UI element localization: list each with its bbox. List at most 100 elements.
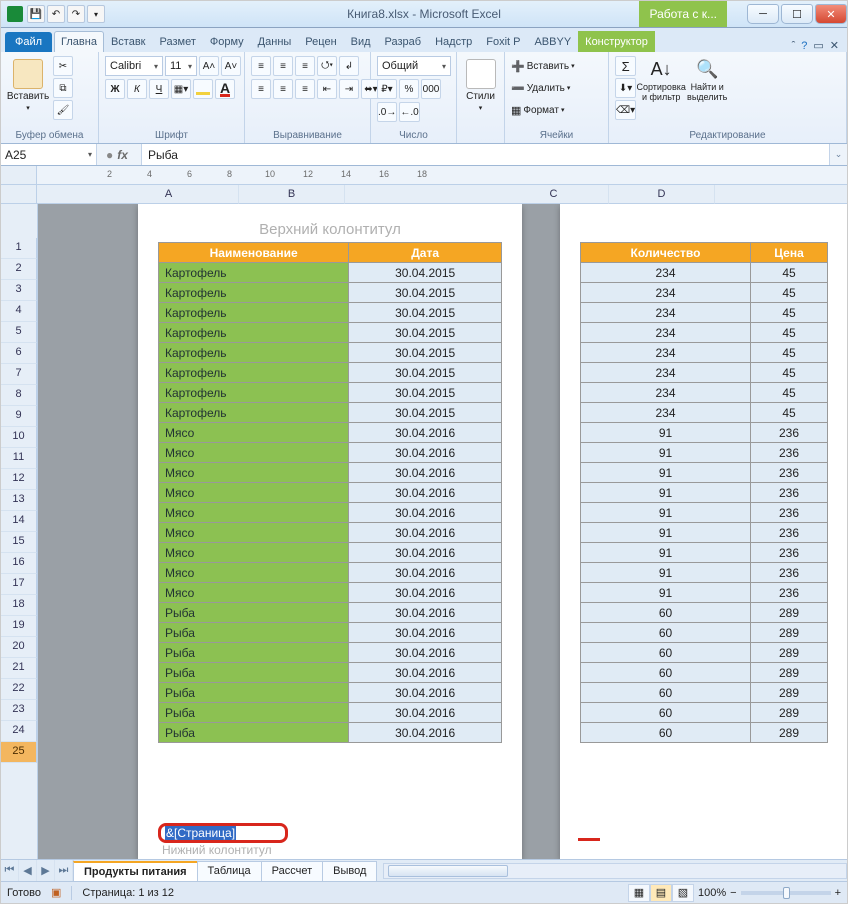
- cell[interactable]: 236: [751, 483, 828, 503]
- table-row[interactable]: Мясо30.04.2016: [159, 563, 502, 583]
- cell[interactable]: Рыба: [159, 723, 349, 743]
- cell[interactable]: Мясо: [159, 483, 349, 503]
- table-row[interactable]: Картофель30.04.2015: [159, 383, 502, 403]
- qat-dropdown-icon[interactable]: ▾: [87, 5, 105, 23]
- zoom-level[interactable]: 100%: [698, 887, 726, 899]
- cell[interactable]: 30.04.2015: [349, 403, 502, 423]
- cell[interactable]: 30.04.2015: [349, 303, 502, 323]
- tab-constructor[interactable]: Конструктор: [578, 31, 655, 52]
- table-row[interactable]: Рыба30.04.2016: [159, 603, 502, 623]
- cell[interactable]: 289: [751, 623, 828, 643]
- table-row[interactable]: Картофель30.04.2015: [159, 363, 502, 383]
- close-button[interactable]: ✕: [815, 4, 847, 24]
- italic-button[interactable]: К: [127, 79, 147, 99]
- zoom-slider[interactable]: [741, 891, 831, 895]
- cell[interactable]: 30.04.2016: [349, 503, 502, 523]
- sort-filter-button[interactable]: A↓ Сортировка и фильтр: [640, 56, 682, 116]
- row-header-8[interactable]: 8: [1, 385, 37, 406]
- tab-foxit[interactable]: Foxit P: [479, 31, 527, 52]
- align-top-button[interactable]: ≡: [251, 56, 271, 76]
- underline-button[interactable]: Ч: [149, 79, 169, 99]
- delete-cells-button[interactable]: Удалить: [527, 78, 565, 98]
- border-button[interactable]: ▦▾: [171, 79, 191, 99]
- table-row[interactable]: 91236: [581, 583, 828, 603]
- cell[interactable]: 60: [581, 663, 751, 683]
- page-layout-view-button[interactable]: ▤: [650, 884, 672, 902]
- table-header[interactable]: Наименование: [159, 243, 349, 263]
- cell[interactable]: 60: [581, 723, 751, 743]
- tab-formulas[interactable]: Форму: [203, 31, 251, 52]
- cell[interactable]: 234: [581, 303, 751, 323]
- paste-button[interactable]: Вставить ▾: [7, 56, 49, 116]
- row-header-24[interactable]: 24: [1, 721, 37, 742]
- cut-button[interactable]: ✂: [53, 56, 73, 76]
- undo-icon[interactable]: ↶: [47, 5, 65, 23]
- redo-icon[interactable]: ↷: [67, 5, 85, 23]
- expand-formula-icon[interactable]: ⌄: [829, 144, 847, 165]
- cell[interactable]: 30.04.2016: [349, 703, 502, 723]
- cell[interactable]: 91: [581, 543, 751, 563]
- table-row[interactable]: Картофель30.04.2015: [159, 343, 502, 363]
- cell[interactable]: 91: [581, 523, 751, 543]
- cell[interactable]: Мясо: [159, 443, 349, 463]
- row-header-25[interactable]: 25: [1, 742, 37, 763]
- cell[interactable]: Картофель: [159, 383, 349, 403]
- tab-layout[interactable]: Размет: [153, 31, 203, 52]
- cell[interactable]: 91: [581, 443, 751, 463]
- tab-review[interactable]: Рецен: [298, 31, 343, 52]
- orientation-button[interactable]: ⭯▾: [317, 56, 337, 76]
- cell[interactable]: 45: [751, 283, 828, 303]
- cell[interactable]: 289: [751, 723, 828, 743]
- cell[interactable]: 30.04.2015: [349, 383, 502, 403]
- table-row[interactable]: Картофель30.04.2015: [159, 263, 502, 283]
- cell[interactable]: 30.04.2016: [349, 583, 502, 603]
- header-placeholder[interactable]: Верхний колонтитул: [138, 204, 522, 238]
- tab-developer[interactable]: Разраб: [378, 31, 429, 52]
- increase-font-button[interactable]: A˄: [199, 56, 219, 76]
- autosum-button[interactable]: [615, 56, 636, 76]
- align-right-button[interactable]: ≡: [295, 79, 315, 99]
- cell[interactable]: 289: [751, 643, 828, 663]
- table-row[interactable]: Рыба30.04.2016: [159, 643, 502, 663]
- cell[interactable]: 91: [581, 563, 751, 583]
- cell[interactable]: 289: [751, 703, 828, 723]
- table-row[interactable]: 23445: [581, 303, 828, 323]
- cell[interactable]: 91: [581, 483, 751, 503]
- table-row[interactable]: Картофель30.04.2015: [159, 403, 502, 423]
- format-painter-button[interactable]: 🖌: [53, 100, 73, 120]
- table-row[interactable]: Картофель30.04.2015: [159, 303, 502, 323]
- cell[interactable]: Рыба: [159, 703, 349, 723]
- cell[interactable]: Картофель: [159, 363, 349, 383]
- table-row[interactable]: Мясо30.04.2016: [159, 423, 502, 443]
- table-row[interactable]: Картофель30.04.2015: [159, 323, 502, 343]
- table-row[interactable]: 23445: [581, 383, 828, 403]
- cell[interactable]: 236: [751, 423, 828, 443]
- cell[interactable]: 236: [751, 583, 828, 603]
- sheet-tab-2[interactable]: Рассчет: [261, 861, 324, 881]
- row-header-2[interactable]: 2: [1, 259, 37, 280]
- cell[interactable]: 30.04.2016: [349, 543, 502, 563]
- align-left-button[interactable]: ≡: [251, 79, 271, 99]
- tab-addins[interactable]: Надстр: [428, 31, 479, 52]
- cell[interactable]: Мясо: [159, 583, 349, 603]
- cell[interactable]: 30.04.2016: [349, 623, 502, 643]
- copy-button[interactable]: ⧉: [53, 78, 73, 98]
- chevron-down-icon[interactable]: ▾: [88, 150, 92, 159]
- cell[interactable]: 60: [581, 623, 751, 643]
- cell[interactable]: Рыба: [159, 683, 349, 703]
- table-row[interactable]: Картофель30.04.2015: [159, 283, 502, 303]
- cell[interactable]: Мясо: [159, 463, 349, 483]
- cell[interactable]: 45: [751, 403, 828, 423]
- cell[interactable]: Картофель: [159, 403, 349, 423]
- clear-button[interactable]: ⌫▾: [615, 100, 636, 120]
- fill-button[interactable]: ⬇▾: [615, 78, 636, 98]
- cell[interactable]: 234: [581, 263, 751, 283]
- cell[interactable]: Мясо: [159, 523, 349, 543]
- maximize-button[interactable]: ☐: [781, 4, 813, 24]
- cell[interactable]: 45: [751, 303, 828, 323]
- cell[interactable]: 30.04.2016: [349, 723, 502, 743]
- first-sheet-icon[interactable]: ⏮: [1, 860, 19, 881]
- row-header-1[interactable]: 1: [1, 238, 37, 259]
- cell[interactable]: Картофель: [159, 263, 349, 283]
- cell[interactable]: 45: [751, 323, 828, 343]
